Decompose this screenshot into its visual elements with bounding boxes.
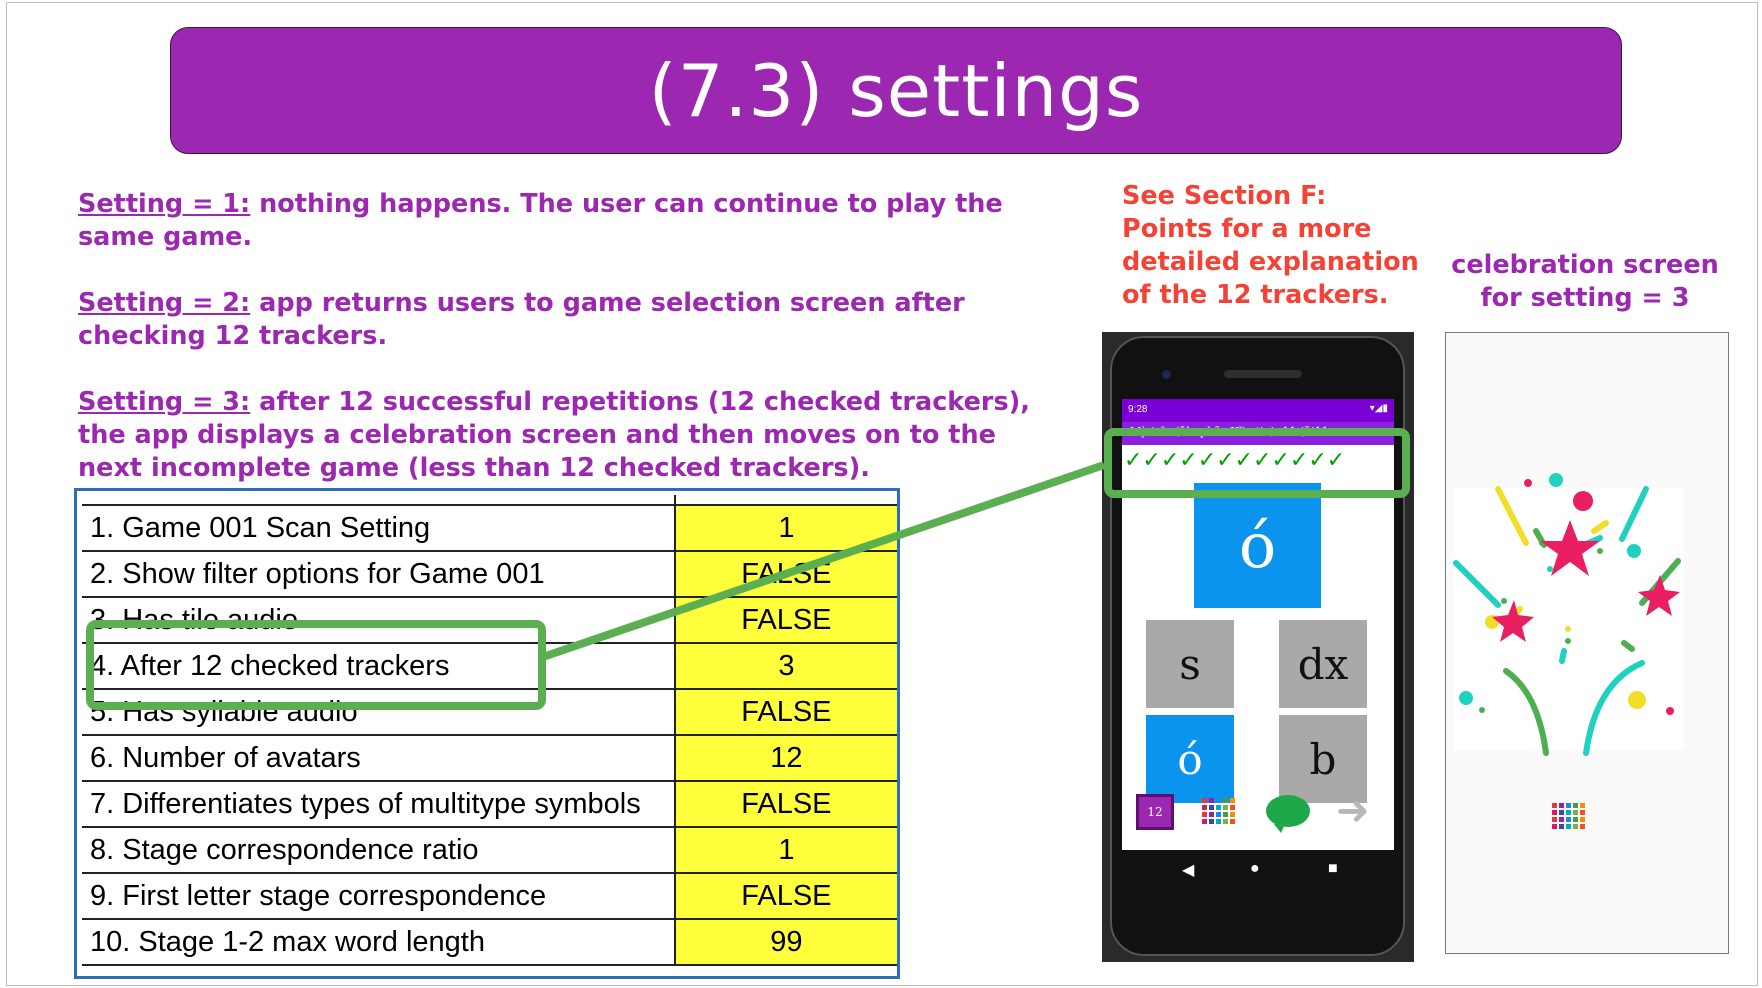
recent-apps-icon[interactable]: ■: [1328, 860, 1338, 878]
title-banner: (7.3) settings: [170, 27, 1622, 154]
setting-key: 8. Stage correspondence ratio: [82, 827, 676, 874]
phone-screenshot: 9:28 ▾◢▮ Mỳ tsĩn (ũle phãa Xĩia tin): 11…: [1102, 332, 1414, 962]
game-toolbar: 12 ➜: [1122, 791, 1394, 835]
setting-value: FALSE: [674, 873, 897, 920]
note-setting-2: Setting = 2: app returns users to game s…: [78, 287, 1048, 353]
target-tile[interactable]: ó: [1194, 483, 1321, 608]
confetti-graphic: [1453, 473, 1684, 829]
table-row: 10. Stage 1-2 max word length 99: [82, 919, 897, 966]
setting-value: 1: [674, 505, 897, 552]
speaker-grille: [1224, 370, 1302, 378]
setting-key: 6. Number of avatars: [82, 735, 676, 782]
slide-title: (7.3) settings: [648, 48, 1144, 133]
choice-tile[interactable]: dx: [1279, 620, 1367, 708]
note-setting-3: Setting = 3: after 12 successful repetit…: [78, 386, 1048, 485]
note-label: Setting = 3:: [78, 387, 251, 417]
setting-value: 99: [674, 919, 897, 966]
setting-key: 10. Stage 1-2 max word length: [82, 919, 676, 966]
setting-key: 7. Differentiates types of multitype sym…: [82, 781, 676, 828]
table-top-strip: [82, 495, 897, 506]
camera-icon: [1162, 370, 1171, 379]
status-time: 9:28: [1128, 404, 1148, 415]
table-row: 8. Stage correspondence ratio 1: [82, 827, 897, 874]
slide: (7.3) settings Setting = 1: nothing happ…: [0, 0, 1762, 988]
table-row: 2. Show filter options for Game 001 FALSE: [82, 551, 897, 598]
status-bar: 9:28 ▾◢▮: [1122, 399, 1394, 422]
setting-value: FALSE: [674, 597, 897, 644]
celebration-screen: [1445, 332, 1729, 954]
settings-table-box: 1. Game 001 Scan Setting 1 2. Show filter…: [74, 488, 900, 979]
note-setting-1: Setting = 1: nothing happens. The user c…: [78, 188, 1048, 254]
back-icon[interactable]: ◀: [1182, 860, 1194, 880]
games-grid-icon[interactable]: [1202, 798, 1235, 824]
settings-notes: Setting = 1: nothing happens. The user c…: [78, 188, 1048, 518]
setting-value: FALSE: [674, 689, 897, 736]
setting-value: 12: [674, 735, 897, 782]
table-row: 6. Number of avatars 12: [82, 735, 897, 782]
choice-tile[interactable]: ó: [1146, 715, 1234, 803]
android-nav-bar: ◀ ● ■: [1122, 850, 1394, 890]
setting-value: 1: [674, 827, 897, 874]
setting-key: 1. Game 001 Scan Setting: [82, 505, 676, 552]
home-icon[interactable]: ●: [1250, 860, 1260, 878]
setting-value: 3: [674, 643, 897, 690]
setting-value: FALSE: [674, 551, 897, 598]
settings-table: 1. Game 001 Scan Setting 1 2. Show filter…: [82, 495, 897, 966]
games-grid-icon: [1552, 803, 1585, 829]
next-arrow-icon[interactable]: ➜: [1336, 791, 1370, 831]
status-icons: ▾◢▮: [1369, 403, 1388, 414]
note-label: Setting = 2:: [78, 288, 251, 318]
table-row: 9. First letter stage correspondence FALS…: [82, 873, 897, 920]
setting-value: FALSE: [674, 781, 897, 828]
section-f-note: See Section F: Points for a more detaile…: [1122, 181, 1419, 310]
level-badge-icon[interactable]: 12: [1136, 794, 1174, 830]
setting-key: 2. Show filter options for Game 001: [82, 551, 676, 598]
choice-tile[interactable]: s: [1146, 620, 1234, 708]
table-row: 1. Game 001 Scan Setting 1: [82, 505, 897, 552]
highlight-box-setting: [86, 620, 546, 710]
setting-key: 9. First letter stage correspondence: [82, 873, 676, 920]
note-label: Setting = 1:: [78, 189, 251, 219]
speech-bubble-icon[interactable]: [1266, 795, 1310, 833]
highlight-box-trackers: [1104, 428, 1410, 498]
table-row: 7. Differentiates types of multitype sym…: [82, 781, 897, 828]
celebration-caption: celebration screen for setting = 3: [1451, 250, 1719, 313]
